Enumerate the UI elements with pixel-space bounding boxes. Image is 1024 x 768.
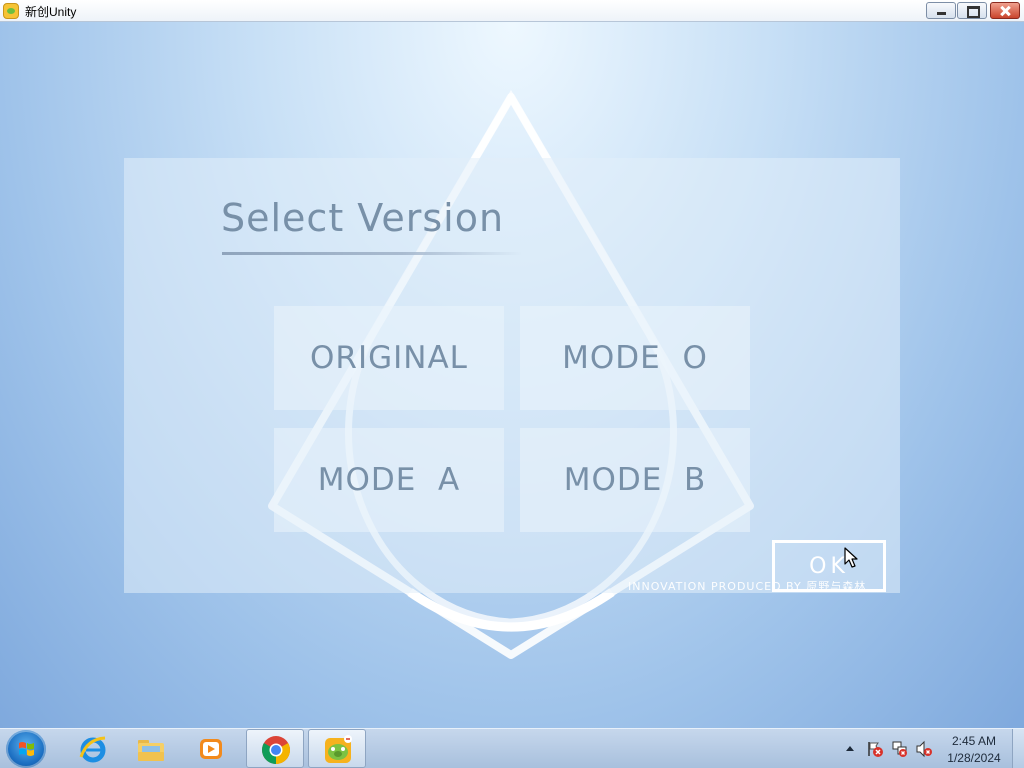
- minimize-button[interactable]: [926, 2, 956, 19]
- game-viewport: Select Version ORIGINAL MODE O MODE A MO…: [0, 22, 1024, 728]
- unity-game-icon[interactable]: [308, 729, 366, 768]
- taskbar-clock[interactable]: 2:45 AM 1/28/2024: [940, 733, 1008, 767]
- clock-date: 1/28/2024: [947, 751, 1001, 765]
- mode-b-button[interactable]: MODE B: [520, 428, 750, 532]
- original-button[interactable]: ORIGINAL: [274, 306, 504, 410]
- window-title-bar[interactable]: 新创Unity: [0, 0, 1024, 22]
- credit-text: INNOVATION PRODUCED BY 原野与森林: [628, 580, 867, 593]
- show-hidden-icons-icon[interactable]: [846, 745, 854, 751]
- action-center-icon[interactable]: [866, 740, 884, 758]
- network-icon[interactable]: [891, 740, 909, 758]
- select-version-dialog: Select Version ORIGINAL MODE O MODE A MO…: [124, 158, 900, 593]
- clock-time: 2:45 AM: [951, 734, 997, 748]
- dialog-heading: Select Version: [221, 196, 505, 240]
- mode-a-button[interactable]: MODE A: [274, 428, 504, 532]
- volume-muted-icon[interactable]: [915, 740, 933, 758]
- window-title: 新创Unity: [25, 5, 77, 19]
- file-explorer-icon[interactable]: [122, 729, 180, 768]
- internet-explorer-icon[interactable]: [64, 729, 122, 768]
- heading-underline: [222, 252, 522, 255]
- media-player-icon[interactable]: [182, 729, 240, 768]
- app-icon: [3, 3, 19, 19]
- chrome-icon[interactable]: [246, 729, 304, 768]
- start-orb-icon[interactable]: [6, 730, 46, 768]
- show-desktop-button[interactable]: [1012, 729, 1024, 768]
- mode-o-button[interactable]: MODE O: [520, 306, 750, 410]
- close-button[interactable]: [990, 2, 1020, 19]
- maximize-button[interactable]: [957, 2, 987, 19]
- mouse-cursor-icon: [844, 547, 858, 568]
